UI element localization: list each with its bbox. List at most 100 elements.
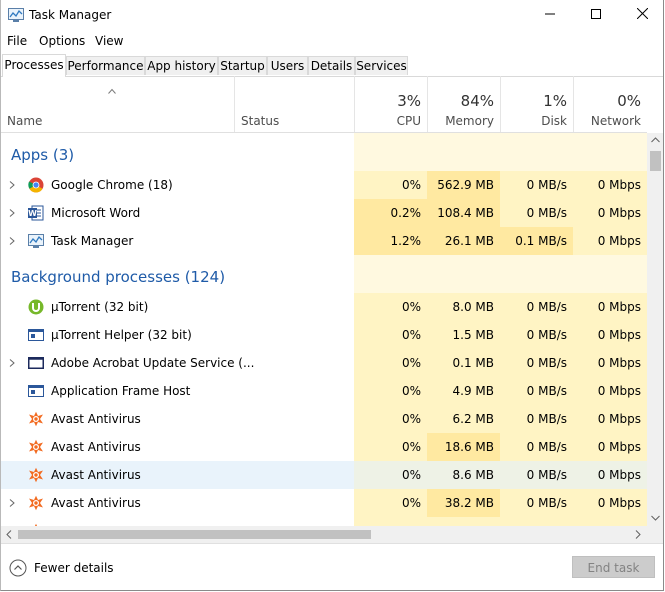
group-apps-label: Apps (3) [11,146,75,164]
menu-options[interactable]: Options [39,34,85,48]
maximize-button[interactable] [573,0,619,30]
cpu-value: 0% [354,433,427,461]
column-memory[interactable]: 84% Memory [427,76,500,132]
disk-value: 0 MB/s [500,489,573,517]
process-name: Microsoft Word [51,206,141,220]
memory-value: 8.0 MB [427,293,500,321]
group-background-label: Background processes (124) [11,268,226,286]
vertical-scroll-thumb[interactable] [650,151,661,171]
scroll-left-icon[interactable] [6,530,12,539]
memory-value: 0.1 MB [427,349,500,377]
network-value: 0 Mbps [573,199,647,227]
network-value: 0 Mbps [573,321,647,349]
horizontal-scrollbar[interactable] [1,526,647,543]
table-row[interactable] [1,517,647,526]
process-name: Avast Antivirus [51,496,141,510]
cpu-value: 0% [354,321,427,349]
cpu-value: 0% [354,349,427,377]
process-list: Apps (3) Google Chrome (18) 0% 562.9 MB … [1,133,647,526]
column-disk[interactable]: 1% Disk [500,76,573,132]
table-row[interactable]: Avast Antivirus 0% 6.2 MB 0 MB/s 0 Mbps [1,405,647,433]
column-cpu[interactable]: 3% CPU [354,76,427,132]
avast-icon [29,411,43,427]
memory-value: 18.6 MB [427,433,500,461]
chevron-right-icon[interactable] [9,359,15,367]
table-row[interactable]: Avast Antivirus 0% 18.6 MB 0 MB/s 0 Mbps [1,433,647,461]
network-total: 0% [617,92,641,110]
tab-performance[interactable]: Performance [66,56,145,75]
disk-value: 0 MB/s [500,293,573,321]
process-name: μTorrent (32 bit) [51,300,149,314]
tab-startup[interactable]: Startup [218,56,267,75]
network-value: 0 Mbps [573,171,647,199]
chevron-right-icon[interactable] [9,499,15,507]
tab-services[interactable]: Services [355,56,408,75]
disk-value: 0 MB/s [500,321,573,349]
cpu-value: 0% [354,461,427,489]
cpu-value: 0.2% [354,199,427,227]
chevron-right-icon[interactable] [9,209,15,217]
app-window-icon [28,329,44,341]
horizontal-scroll-thumb[interactable] [18,530,371,539]
utorrent-icon [28,299,44,315]
minimize-icon [545,13,555,15]
table-row[interactable]: W Microsoft Word 0.2% 108.4 MB 0 MB/s 0 … [1,199,647,227]
menu-view[interactable]: View [95,34,123,48]
column-header: Name Status 3% CPU 84% Memory 1% Disk 0%… [1,76,647,133]
tab-processes[interactable]: Processes [2,54,66,77]
table-row[interactable]: Avast Antivirus 0% 8.6 MB 0 MB/s 0 Mbps [1,461,647,489]
chevron-right-icon[interactable] [9,237,15,245]
network-value: 0 Mbps [573,405,647,433]
cpu-total: 3% [397,92,421,110]
menu-file[interactable]: File [7,34,27,48]
sort-caret-icon [108,88,116,94]
service-window-icon [28,357,44,369]
tab-details[interactable]: Details [308,56,355,75]
table-row[interactable]: Avast Antivirus 0% 38.2 MB 0 MB/s 0 Mbps [1,489,647,517]
end-task-button[interactable]: End task [572,556,655,578]
avast-icon [29,467,43,483]
process-name: Application Frame Host [51,384,191,398]
disk-value: 0.1 MB/s [500,227,573,255]
svg-text:W: W [28,209,37,218]
scrollbar-corner [647,526,663,543]
memory-value: 4.9 MB [427,377,500,405]
cpu-value: 1.2% [354,227,427,255]
app-window-icon [28,385,44,397]
table-row[interactable]: μTorrent Helper (32 bit) 0% 1.5 MB 0 MB/… [1,321,647,349]
cpu-value: 0% [354,489,427,517]
disk-value: 0 MB/s [500,377,573,405]
network-value: 0 Mbps [573,349,647,377]
cpu-label: CPU [396,114,421,128]
network-value: 0 Mbps [573,293,647,321]
fewer-details-link[interactable]: Fewer details [34,561,114,575]
table-row[interactable]: Adobe Acrobat Update Service (... 0% 0.1… [1,349,647,377]
tab-app-history[interactable]: App history [145,56,218,75]
table-row[interactable]: μTorrent (32 bit) 0% 8.0 MB 0 MB/s 0 Mbp… [1,293,647,321]
table-row[interactable]: Application Frame Host 0% 4.9 MB 0 MB/s … [1,377,647,405]
tab-users[interactable]: Users [267,56,308,75]
chevron-right-icon[interactable] [9,181,15,189]
scroll-right-icon[interactable] [635,530,641,539]
chevron-up-circle-icon[interactable] [9,559,27,577]
column-name[interactable]: Name [1,76,234,132]
table-row[interactable]: Task Manager 1.2% 26.1 MB 0.1 MB/s 0 Mbp… [1,227,647,255]
disk-value: 0 MB/s [500,433,573,461]
minimize-button[interactable] [527,0,573,30]
process-name: Avast Antivirus [51,440,141,454]
group-background[interactable]: Background processes (124) [1,255,647,293]
table-row[interactable]: Google Chrome (18) 0% 562.9 MB 0 MB/s 0 … [1,171,647,199]
scroll-up-icon[interactable] [651,137,660,143]
column-status[interactable]: Status [234,76,354,132]
memory-value: 26.1 MB [427,227,500,255]
memory-value: 562.9 MB [427,171,500,199]
chrome-icon [28,177,44,193]
title-bar: Task Manager [1,0,663,30]
task-manager-window: Task Manager File Options View Processes… [0,0,664,591]
scroll-down-icon[interactable] [651,515,660,521]
group-apps[interactable]: Apps (3) [1,133,647,171]
vertical-scrollbar[interactable] [647,133,663,526]
process-name: Avast Antivirus [51,468,141,482]
column-network[interactable]: 0% Network [573,76,647,132]
close-button[interactable] [619,0,663,30]
